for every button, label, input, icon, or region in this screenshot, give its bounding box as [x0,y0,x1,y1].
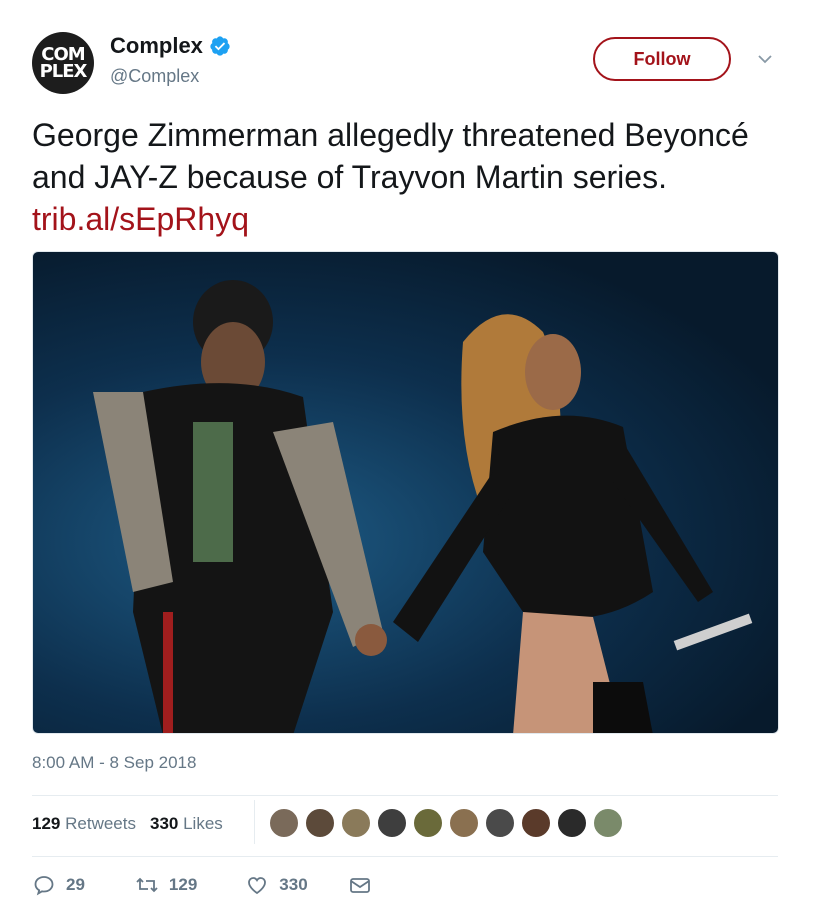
likes-label: Likes [183,814,223,833]
tweet-stats: 129 Retweets 330 Likes [32,814,223,834]
tweet-timestamp[interactable]: 8:00 AM - 8 Sep 2018 [32,753,196,773]
tweet-body: George Zimmerman allegedly threatened Be… [32,117,749,195]
divider-bottom [32,856,778,857]
liker-avatar[interactable] [340,807,372,839]
account-avatar[interactable]: COM PLEX [32,32,94,94]
photo-illustration [93,280,753,733]
reply-button[interactable]: 29 [32,873,85,897]
account-name-text: Complex [110,33,203,58]
figure-right [393,314,753,733]
liker-avatar[interactable] [304,807,336,839]
retweet-count: 129 [168,875,198,894]
heart-icon [248,877,267,895]
retweets-stat[interactable]: 129 Retweets [32,814,136,834]
liker-avatar[interactable] [268,807,300,839]
likes-stat[interactable]: 330 Likes [150,814,223,834]
retweets-label: Retweets [65,814,136,833]
tweet-text: George Zimmerman allegedly threatened Be… [32,114,792,240]
reply-icon [34,876,54,896]
account-handle[interactable]: @Complex [110,66,199,87]
retweet-icon [136,877,158,893]
avatar-text-line2: PLEX [39,61,88,82]
tweet-actions: 29 129 330 [32,873,372,897]
figure-left [93,280,387,733]
tweet-photo[interactable] [32,251,779,734]
liker-avatar[interactable] [520,807,552,839]
like-count: 330 [279,875,308,894]
liker-avatar[interactable] [412,807,444,839]
liker-avatar[interactable] [556,807,588,839]
retweets-count: 129 [32,814,61,833]
account-name[interactable]: Complex [110,33,231,59]
chevron-down-icon[interactable] [756,50,774,68]
liker-avatars [268,807,624,839]
like-button[interactable]: 330 [245,873,308,897]
envelope-icon [349,878,370,893]
retweet-button[interactable]: 129 [135,873,197,897]
liker-avatar[interactable] [592,807,624,839]
divider-top [32,795,778,796]
tweet-link[interactable]: trib.al/sEpRhyq [32,201,249,237]
likes-count: 330 [149,814,179,833]
reply-count: 29 [66,875,85,894]
liker-avatar[interactable] [448,807,480,839]
follow-button[interactable]: Follow [593,37,731,81]
stats-separator [254,800,255,844]
liker-avatar[interactable] [484,807,516,839]
verified-badge-icon [210,36,230,56]
liker-avatar[interactable] [376,807,408,839]
direct-message-button[interactable] [348,873,372,897]
